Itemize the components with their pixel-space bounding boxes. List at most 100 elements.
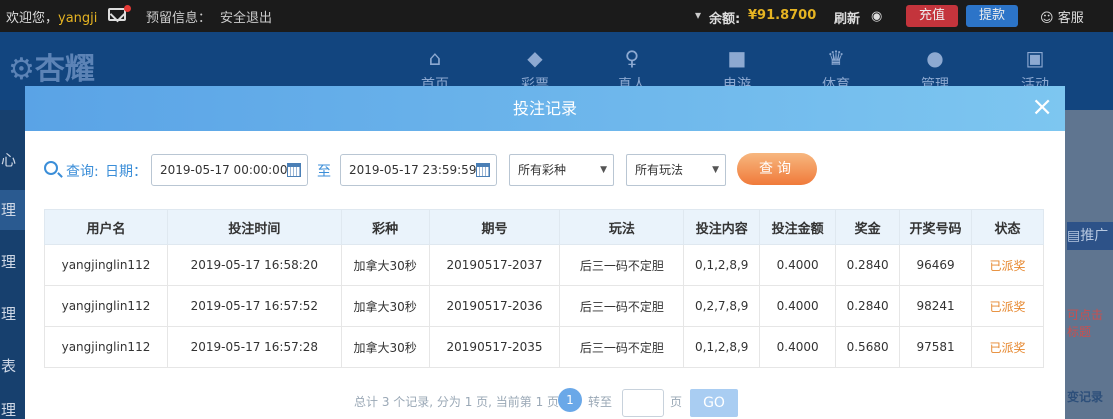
col-content: 投注内容 xyxy=(683,209,761,245)
cell-bet-time: 2019-05-17 16:58:20 xyxy=(166,244,342,286)
cell-username: yangjinglin112 xyxy=(44,244,168,286)
play-select[interactable]: 所有玩法 ▼ xyxy=(626,154,726,186)
username: yangji xyxy=(58,11,98,26)
cell-play: 后三一码不定胆 xyxy=(559,285,685,327)
sidebar-item[interactable]: 理 xyxy=(0,242,26,282)
gift-icon: ▣ xyxy=(1025,46,1045,70)
page-number-current[interactable]: 1 xyxy=(558,388,582,412)
trophy-icon: ♛ xyxy=(827,46,845,70)
col-prize: 奖金 xyxy=(835,209,901,245)
sidebar-item[interactable]: 理 xyxy=(0,294,26,334)
chevron-down-icon: ▼ xyxy=(712,165,719,175)
date-to-input[interactable]: 2019-05-17 23:59:59 xyxy=(340,154,497,186)
cell-draw-number: 96469 xyxy=(899,244,973,286)
hint-text: 可点击标题 xyxy=(1067,308,1104,339)
page-unit-label: 页 xyxy=(670,395,683,409)
table-row[interactable]: yangjinglin112 2019-05-17 16:58:20 加拿大30… xyxy=(44,244,1044,286)
search-icon xyxy=(44,161,58,175)
withdraw-button[interactable]: 提款 xyxy=(966,5,1018,27)
table-row[interactable]: yangjinglin112 2019-05-17 16:57:28 加拿大30… xyxy=(44,326,1044,368)
pager-summary: 总计 3 个记录, 分为 1 页, 当前第 1 页 xyxy=(354,395,560,409)
col-issue: 期号 xyxy=(428,209,561,245)
cell-content: 0,2,7,8,9 xyxy=(683,285,761,327)
cell-username: yangjinglin112 xyxy=(44,326,168,368)
bet-record-modal: 投注记录 × 查询: 日期： 2019-05-17 00:00:00 至 201… xyxy=(25,86,1065,419)
cell-status: 已派奖 xyxy=(971,285,1044,327)
right-panel: ▤推广 可点击标题 变记录 xyxy=(1065,110,1113,419)
cell-prize: 0.2840 xyxy=(835,244,901,286)
goto-label: 转至 xyxy=(588,395,613,409)
to-label: 至 xyxy=(317,164,331,180)
col-status: 状态 xyxy=(971,209,1044,245)
go-button[interactable]: GO xyxy=(690,389,738,417)
cell-lottery: 加拿大30秒 xyxy=(340,285,430,327)
col-play: 玩法 xyxy=(559,209,685,245)
home-icon: ⌂ xyxy=(428,46,442,70)
cell-lottery: 加拿大30秒 xyxy=(340,244,430,286)
modal-header: 投注记录 × xyxy=(25,86,1065,131)
cell-username: yangjinglin112 xyxy=(44,285,168,327)
lottery-select[interactable]: 所有彩种 ▼ xyxy=(509,154,614,186)
bet-record-table: 用户名 投注时间 彩种 期号 玩法 投注内容 投注金额 奖金 开奖号码 状态 y… xyxy=(44,209,1044,368)
sidebar-item[interactable]: 心 xyxy=(0,140,26,180)
cell-amount: 0.4000 xyxy=(759,285,837,327)
logout-link[interactable]: 安全退出 xyxy=(220,7,272,26)
cell-prize: 0.5680 xyxy=(835,326,901,368)
cell-draw-number: 97581 xyxy=(899,326,973,368)
customer-service-link[interactable]: ☺ 客服 xyxy=(1040,7,1084,26)
sidebar-item[interactable]: 理报 xyxy=(0,390,26,419)
date-from-input[interactable]: 2019-05-17 00:00:00 xyxy=(151,154,308,186)
cell-lottery: 加拿大30秒 xyxy=(340,326,430,368)
game-icon: ■ xyxy=(727,46,747,70)
welcome-text: 欢迎您，yangji xyxy=(6,11,98,26)
cell-amount: 0.4000 xyxy=(759,326,837,368)
promo-tab[interactable]: ▤推广 xyxy=(1067,222,1113,250)
calendar-icon[interactable] xyxy=(287,163,301,177)
chevron-down-icon: ▼ xyxy=(600,165,607,175)
sidebar-item[interactable]: 表 xyxy=(0,346,26,386)
goto-page-input[interactable] xyxy=(622,389,664,417)
table-header: 用户名 投注时间 彩种 期号 玩法 投注内容 投注金额 奖金 开奖号码 状态 xyxy=(44,209,1044,245)
cell-status: 已派奖 xyxy=(971,244,1044,286)
manage-icon: ● xyxy=(926,46,944,70)
balance-value: ¥91.8700 xyxy=(748,8,817,23)
col-lottery: 彩种 xyxy=(340,209,430,245)
date-label: 日期： xyxy=(105,164,147,180)
col-amount: 投注金额 xyxy=(759,209,837,245)
cell-draw-number: 98241 xyxy=(899,285,973,327)
live-icon: ♀ xyxy=(624,46,640,70)
recharge-button[interactable]: 充值 xyxy=(906,5,958,27)
cell-prize: 0.2840 xyxy=(835,285,901,327)
cell-play: 后三一码不定胆 xyxy=(559,244,685,286)
cell-content: 0,1,2,8,9 xyxy=(683,244,761,286)
balance-label: 余额: xyxy=(709,12,741,27)
reserve-info[interactable]: 预留信息： xyxy=(146,7,211,26)
cell-issue: 20190517-2036 xyxy=(428,285,561,327)
calendar-icon[interactable] xyxy=(476,163,490,177)
cell-issue: 20190517-2037 xyxy=(428,244,561,286)
close-icon[interactable]: × xyxy=(1031,86,1053,128)
cell-bet-time: 2019-05-17 16:57:52 xyxy=(166,285,342,327)
col-draw-number: 开奖号码 xyxy=(899,209,973,245)
lottery-icon: ◆ xyxy=(527,46,543,70)
chevron-down-icon[interactable]: ▾ xyxy=(695,8,701,22)
query-bar: 查询: 日期： 2019-05-17 00:00:00 至 2019-05-17… xyxy=(44,153,1044,186)
query-button[interactable]: 查询 xyxy=(737,153,817,185)
record-link[interactable]: 变记录 xyxy=(1067,388,1103,405)
eye-hidden-icon[interactable]: ◉ xyxy=(871,9,882,24)
sidebar-item[interactable]: 理 xyxy=(0,190,26,230)
mail-badge xyxy=(124,5,131,12)
cell-content: 0,1,2,8,9 xyxy=(683,326,761,368)
col-username: 用户名 xyxy=(44,209,168,245)
col-bet-time: 投注时间 xyxy=(166,209,342,245)
cell-play: 后三一码不定胆 xyxy=(559,326,685,368)
cell-bet-time: 2019-05-17 16:57:28 xyxy=(166,326,342,368)
left-sidebar: 心 理 理 理 表 理报 xyxy=(0,110,26,419)
cell-issue: 20190517-2035 xyxy=(428,326,561,368)
mail-icon[interactable] xyxy=(108,8,126,21)
refresh-link[interactable]: 刷新 xyxy=(834,8,860,27)
table-row[interactable]: yangjinglin112 2019-05-17 16:57:52 加拿大30… xyxy=(44,285,1044,327)
modal-title: 投注记录 xyxy=(512,99,577,118)
top-bar: 欢迎您，yangji 预留信息： 安全退出 ▾ 余额: ¥91.8700 刷新 … xyxy=(0,0,1113,32)
query-label: 查询: xyxy=(66,164,99,180)
